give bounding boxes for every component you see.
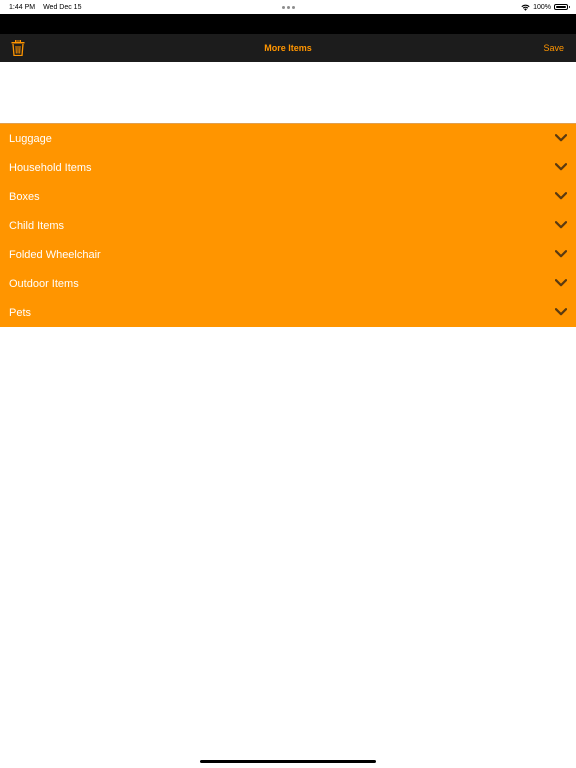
category-row-outdoor-items[interactable]: Outdoor Items	[0, 269, 576, 298]
chevron-down-icon[interactable]	[555, 221, 567, 229]
page-title: More Items	[264, 43, 312, 53]
wifi-icon	[521, 4, 530, 11]
category-label: Folded Wheelchair	[9, 248, 101, 261]
category-list: Luggage Household Items Boxes Child Item…	[0, 123, 576, 327]
category-row-child-items[interactable]: Child Items	[0, 211, 576, 240]
status-left: 1:44 PM Wed Dec 15	[9, 0, 81, 14]
category-row-household-items[interactable]: Household Items	[0, 153, 576, 182]
screen: 1:44 PM Wed Dec 15 100% More Items Save …	[0, 0, 576, 768]
status-right: 100%	[521, 0, 570, 14]
chevron-down-icon[interactable]	[555, 279, 567, 287]
category-label: Pets	[9, 306, 32, 319]
save-button[interactable]: Save	[543, 34, 564, 62]
battery-level	[556, 6, 566, 8]
chevron-down-icon[interactable]	[555, 308, 567, 316]
dot	[282, 6, 285, 9]
category-label: Household Items	[9, 161, 92, 174]
dot	[292, 6, 295, 9]
navigation-bar: More Items Save	[0, 34, 576, 62]
category-label: Boxes	[9, 190, 40, 203]
status-bar: 1:44 PM Wed Dec 15 100%	[0, 0, 576, 14]
top-bar-background	[0, 14, 576, 34]
status-time: 1:44 PM	[9, 3, 36, 11]
category-label: Outdoor Items	[9, 277, 79, 290]
chevron-down-icon[interactable]	[555, 192, 567, 200]
chevron-down-icon[interactable]	[555, 163, 567, 171]
multitasking-dots-icon[interactable]	[282, 6, 295, 9]
category-row-pets[interactable]: Pets	[0, 298, 576, 327]
chevron-down-icon[interactable]	[555, 134, 567, 142]
chevron-down-icon[interactable]	[555, 250, 567, 258]
battery-icon	[554, 4, 570, 10]
category-row-luggage[interactable]: Luggage	[0, 124, 576, 153]
dot	[287, 6, 290, 9]
category-label: Child Items	[9, 219, 65, 232]
battery-percent: 100%	[533, 3, 551, 11]
home-indicator[interactable]	[200, 760, 376, 763]
status-date: Wed Dec 15	[43, 3, 82, 11]
category-row-folded-wheelchair[interactable]: Folded Wheelchair	[0, 240, 576, 269]
category-row-boxes[interactable]: Boxes	[0, 182, 576, 211]
category-label: Luggage	[9, 132, 52, 145]
